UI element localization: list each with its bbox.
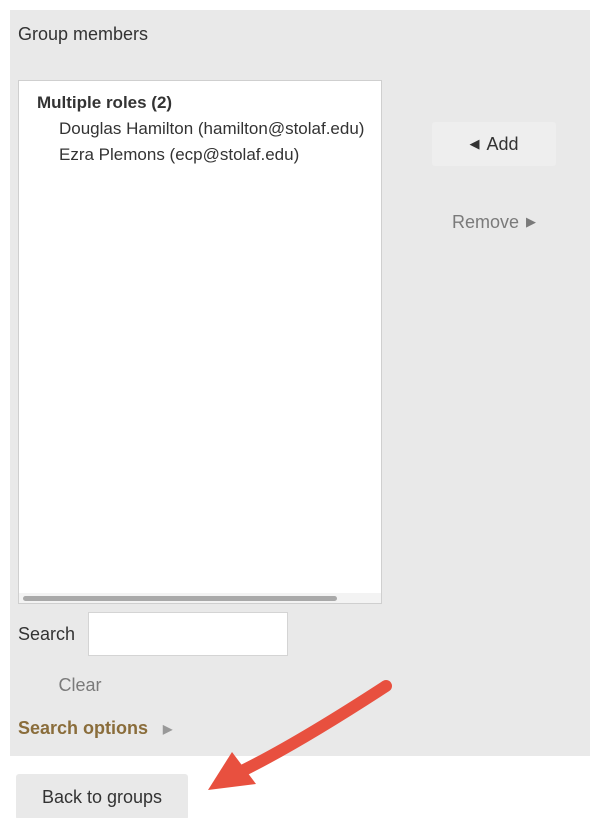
group-members-heading: Group members: [18, 24, 149, 44]
caret-right-icon: ▶: [163, 722, 173, 737]
search-options-label: Search options: [18, 718, 149, 738]
role-group-label: Multiple roles (2): [37, 93, 173, 112]
group-members-listbox[interactable]: Multiple roles (2) Douglas Hamilton (ham…: [18, 80, 382, 604]
left-triangle-icon: ◀: [469, 136, 480, 151]
add-button[interactable]: ◀ Add: [432, 122, 556, 166]
search-options-toggle[interactable]: Search options ▶: [18, 718, 172, 739]
member-option[interactable]: Douglas Hamilton (hamilton@stolaf.edu): [59, 119, 364, 139]
remove-button-label: Remove: [451, 211, 520, 232]
search-input[interactable]: [88, 612, 288, 656]
right-triangle-icon: ▶: [526, 214, 537, 229]
group-members-panel: Group members Multiple roles (2) Douglas…: [10, 10, 590, 756]
search-label: Search: [18, 624, 76, 644]
remove-button[interactable]: Remove ▶: [432, 200, 556, 244]
add-button-label: Add: [486, 133, 519, 154]
clear-button[interactable]: Clear: [46, 670, 114, 700]
horizontal-scrollbar[interactable]: [19, 593, 381, 603]
page: Group members Multiple roles (2) Douglas…: [0, 0, 591, 818]
scrollbar-thumb[interactable]: [23, 596, 337, 601]
arrow-head: [208, 752, 256, 790]
back-to-groups-button[interactable]: Back to groups: [16, 774, 188, 818]
member-option[interactable]: Ezra Plemons (ecp@stolaf.edu): [59, 145, 299, 165]
